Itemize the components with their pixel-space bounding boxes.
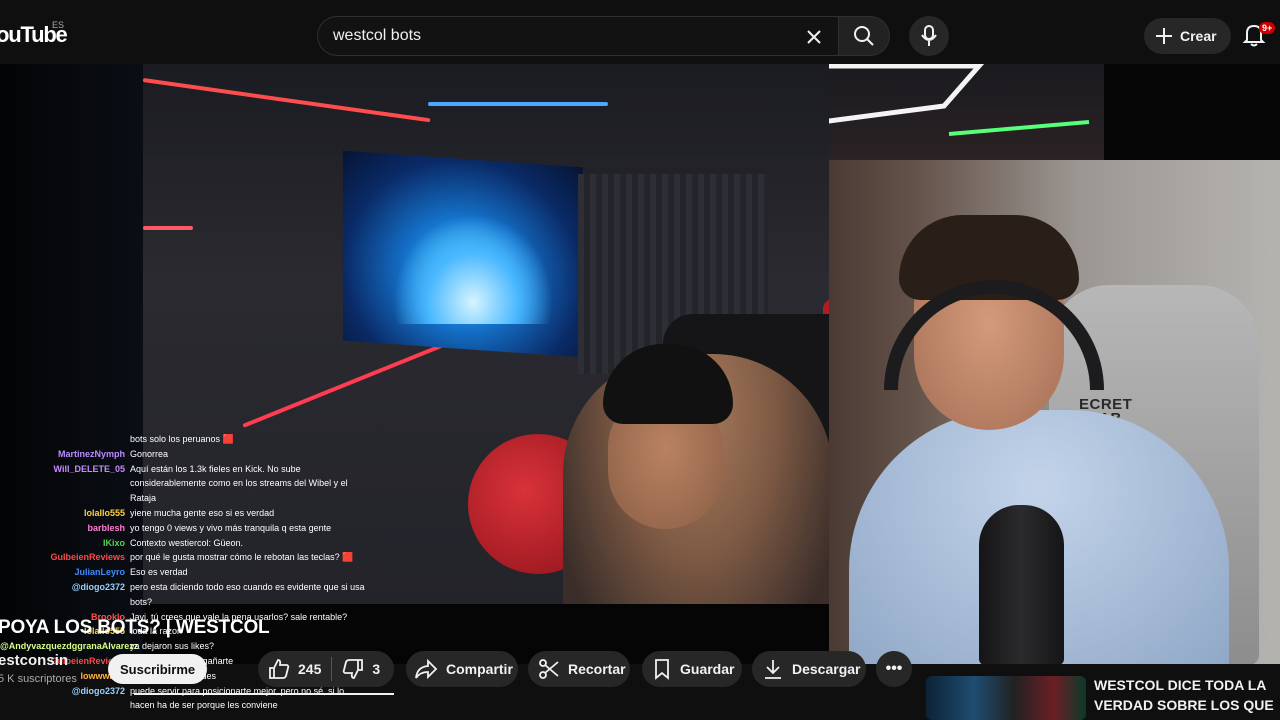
chat-username: JulianLeyro <box>74 567 125 578</box>
microphone-icon <box>921 25 937 46</box>
neon-strip <box>143 226 193 230</box>
search-icon <box>854 26 874 46</box>
chat-text: Gonorrea <box>130 448 169 459</box>
chat-message: @diogo2372 puede servir para posicionarte… <box>0 684 400 714</box>
search-box[interactable]: westcol bots <box>317 16 838 56</box>
chat-text: Eso es verdad <box>130 567 188 578</box>
chat-message: JulianLeyro Eso es verdad <box>0 565 400 580</box>
chat-text: yo tengo 0 views y vivo más tranquila q … <box>130 522 332 533</box>
channel-name[interactable]: estconsin <box>0 652 68 669</box>
chat-text: por qué le gusta mostrar cómo le rebotan… <box>130 552 354 563</box>
chat-username: IKixo <box>102 537 125 548</box>
chat-message: lolallo555 yiene mucha gente eso si es ve… <box>0 506 400 521</box>
download-icon <box>765 660 781 679</box>
like-button[interactable]: 245 <box>268 658 321 680</box>
chat-text: puede servir para posicionarte mejor, pe… <box>130 685 345 711</box>
thumbs-down-icon <box>343 659 364 679</box>
chat-username <box>0 432 130 447</box>
chat-text: pero esta diciendo todo eso cuando es ev… <box>130 581 365 607</box>
chat-text: yiene mucha gente eso si es verdad <box>130 507 275 518</box>
clip-label: Recortar <box>568 661 626 677</box>
scissors-icon <box>539 659 559 679</box>
pill-divider <box>331 657 333 681</box>
save-button[interactable]: Guardar <box>642 651 742 687</box>
download-button[interactable]: Descargar <box>752 651 866 687</box>
ceiling-light-area <box>694 64 1104 160</box>
reaction-webcam: ECRETLAB <box>829 160 1280 664</box>
chat-underline <box>134 693 394 695</box>
chat-message: bots solo los peruanos 🟥 <box>0 432 400 447</box>
chat-message: GulbeienReviews por qué le gusta mostrar … <box>0 550 400 565</box>
masthead: ouTube ES westcol bots Crear 9+ <box>0 0 1280 64</box>
chat-message: MartinezNymph Gonorrea <box>0 447 400 462</box>
chat-username: barblesh <box>87 522 125 533</box>
like-dislike-group: 245 3 <box>258 651 394 687</box>
chat-text: Aquí están los 1.3k fieles en Kick. No s… <box>130 463 348 504</box>
create-button[interactable]: Crear <box>1144 18 1231 54</box>
share-icon <box>415 658 438 680</box>
chat-message: Will_DELETE_05 Aquí están los 1.3k fieles… <box>0 462 400 506</box>
chat-text: bots solo los peruanos 🟥 <box>130 434 234 444</box>
video-title: POYA LOS BOTS? | WESTCOL <box>0 617 270 638</box>
search-input[interactable]: westcol bots <box>333 27 421 45</box>
hexagon-ceiling-light <box>694 64 1090 137</box>
neon-strip <box>242 337 458 428</box>
notification-count-badge: 9+ <box>1259 22 1276 34</box>
recommended-video-thumbnail[interactable] <box>926 676 1086 720</box>
chat-username: @diogo2372 <box>71 685 125 696</box>
download-label: Descargar <box>792 661 861 677</box>
like-count: 245 <box>298 661 322 677</box>
studio-microphone <box>979 505 1064 664</box>
chat-username: GulbeienReviews <box>50 552 125 563</box>
share-label: Compartir <box>446 661 513 677</box>
country-code: ES <box>52 20 65 30</box>
more-actions-button[interactable]: ••• <box>876 651 912 687</box>
neon-strip <box>428 102 608 106</box>
subscribe-button[interactable]: Suscribirme <box>108 654 208 684</box>
chat-username: Will_DELETE_05 <box>53 463 125 474</box>
chat-message: barblesh yo tengo 0 views y vivo más tran… <box>0 521 400 536</box>
clip-button[interactable]: Recortar <box>528 651 630 687</box>
chat-message: @diogo2372 pero esta diciendo todo eso cu… <box>0 580 400 610</box>
share-button[interactable]: Compartir <box>406 651 518 687</box>
chat-message: IKixo Contexto westiercol: Güeon. <box>0 536 400 551</box>
chat-username: MartinezNymph <box>57 448 125 459</box>
search-button[interactable] <box>838 16 890 56</box>
fireplace-flames <box>393 214 553 324</box>
save-label: Guardar <box>680 661 735 677</box>
dislike-button[interactable]: 3 <box>342 658 380 680</box>
plus-icon <box>1156 28 1172 44</box>
clear-search-icon[interactable] <box>800 23 828 51</box>
chat-username: @diogo2372 <box>71 581 125 592</box>
neon-strip <box>143 78 431 123</box>
chat-text: Contexto westiercol: Güeon. <box>130 537 244 548</box>
chat-username: lolallo555 <box>83 507 125 518</box>
dislike-count: 3 <box>372 661 381 677</box>
bookmark-icon <box>655 659 669 680</box>
subscriber-count: 5 K suscriptores <box>0 673 77 685</box>
thumbs-up-icon <box>269 659 290 679</box>
voice-search-button[interactable] <box>909 16 949 56</box>
create-label: Crear <box>1180 28 1217 44</box>
recommended-video-title[interactable]: WESTCOL DICE TODA LA VERDAD SOBRE LOS QU… <box>1094 675 1280 720</box>
